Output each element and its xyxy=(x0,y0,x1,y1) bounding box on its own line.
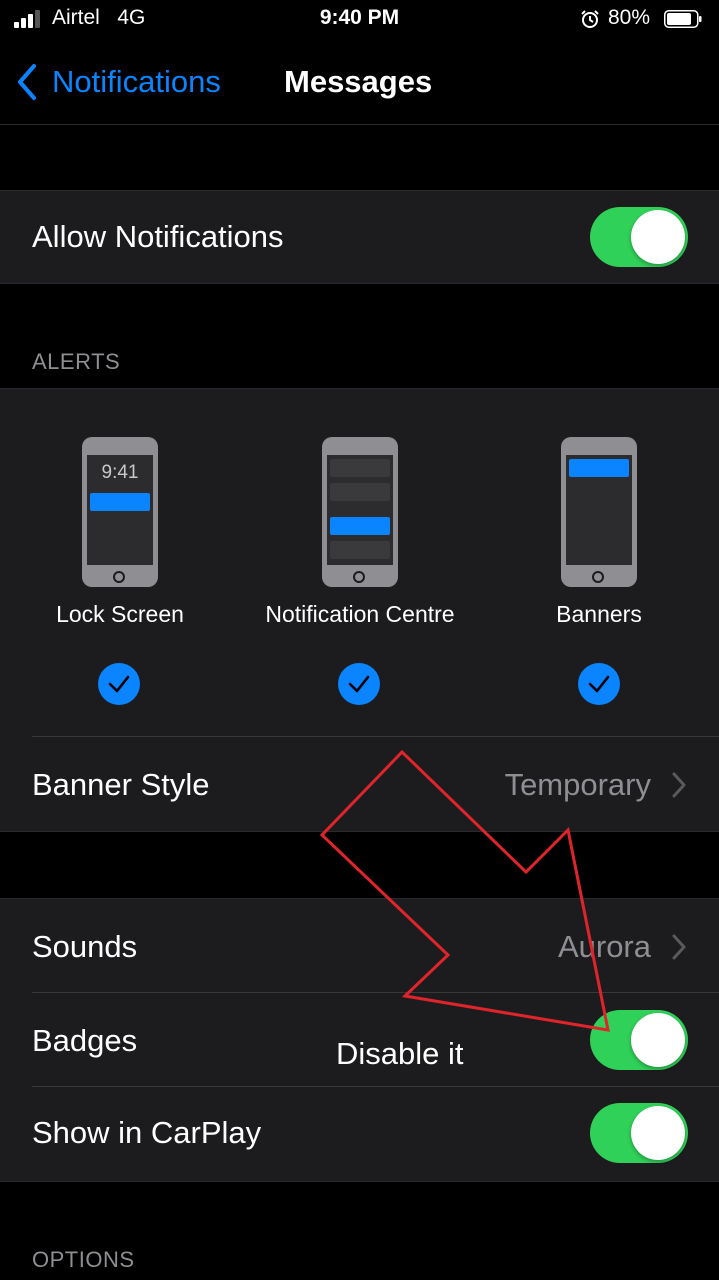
badges-label: Badges xyxy=(32,1023,138,1058)
home-button-icon xyxy=(113,571,125,583)
options-section-header: OPTIONS xyxy=(32,1247,135,1272)
banners-checkmark[interactable] xyxy=(578,663,620,705)
alerts-group: 9:41 Lock Screen Notification Centre Ban… xyxy=(0,388,719,832)
banner-style-label: Banner Style xyxy=(32,767,210,802)
battery-percent: 80% xyxy=(608,6,651,29)
sounds-label: Sounds xyxy=(32,929,138,964)
lock-screen-label: Lock Screen xyxy=(56,601,184,627)
carplay-toggle[interactable] xyxy=(590,1103,688,1163)
notification-bar xyxy=(90,493,150,511)
checkmark-icon xyxy=(588,675,610,693)
chevron-left-icon xyxy=(18,64,36,100)
lock-screen-checkmark[interactable] xyxy=(98,663,140,705)
alarm-icon xyxy=(581,10,599,28)
sounds-row[interactable]: Sounds Aurora xyxy=(0,899,719,992)
home-button-icon xyxy=(353,571,365,583)
lock-screen-time: 9:41 xyxy=(101,462,139,483)
navigation-bar: Notifications Messages xyxy=(0,40,719,125)
annotation-text: Disable it xyxy=(336,1036,464,1071)
battery-icon xyxy=(664,10,702,28)
notification-bar xyxy=(330,541,390,559)
notification-centre-preview[interactable] xyxy=(322,437,398,587)
checkmark-icon xyxy=(348,675,370,693)
status-bar: Airtel 4G 9:40 PM 80% xyxy=(0,0,719,40)
chevron-right-icon xyxy=(672,772,686,798)
banner-style-row[interactable]: Banner Style Temporary xyxy=(0,737,719,831)
phone-screen xyxy=(327,455,393,565)
allow-notifications-toggle[interactable] xyxy=(590,207,688,267)
toggle-knob xyxy=(631,1106,685,1160)
chevron-right-icon xyxy=(672,934,686,960)
sounds-value: Aurora xyxy=(557,929,651,964)
notification-bar xyxy=(330,517,390,535)
banner-style-value: Temporary xyxy=(504,767,651,802)
lock-screen-preview[interactable]: 9:41 xyxy=(82,437,158,587)
carplay-row: Show in CarPlay xyxy=(0,1087,719,1180)
checkmark-icon xyxy=(108,675,130,693)
notification-centre-label: Notification Centre xyxy=(265,601,455,627)
allow-notifications-label: Allow Notifications xyxy=(32,219,284,254)
carplay-label: Show in CarPlay xyxy=(32,1115,262,1150)
back-button[interactable]: Notifications xyxy=(14,60,221,104)
back-label: Notifications xyxy=(52,64,221,99)
banners-preview[interactable] xyxy=(561,437,637,587)
toggle-knob xyxy=(631,210,685,264)
allow-notifications-row: Allow Notifications xyxy=(0,190,719,284)
notification-bar xyxy=(330,483,390,501)
page-title: Messages xyxy=(284,64,433,99)
notification-bar xyxy=(569,459,629,477)
notification-centre-checkmark[interactable] xyxy=(338,663,380,705)
badges-toggle[interactable] xyxy=(590,1010,688,1070)
notification-bar xyxy=(330,459,390,477)
phone-screen xyxy=(566,455,632,565)
toggle-knob xyxy=(631,1013,685,1067)
phone-screen: 9:41 xyxy=(87,455,153,565)
home-button-icon xyxy=(592,571,604,583)
banners-label: Banners xyxy=(556,601,642,627)
alerts-section-header: ALERTS xyxy=(32,349,121,374)
